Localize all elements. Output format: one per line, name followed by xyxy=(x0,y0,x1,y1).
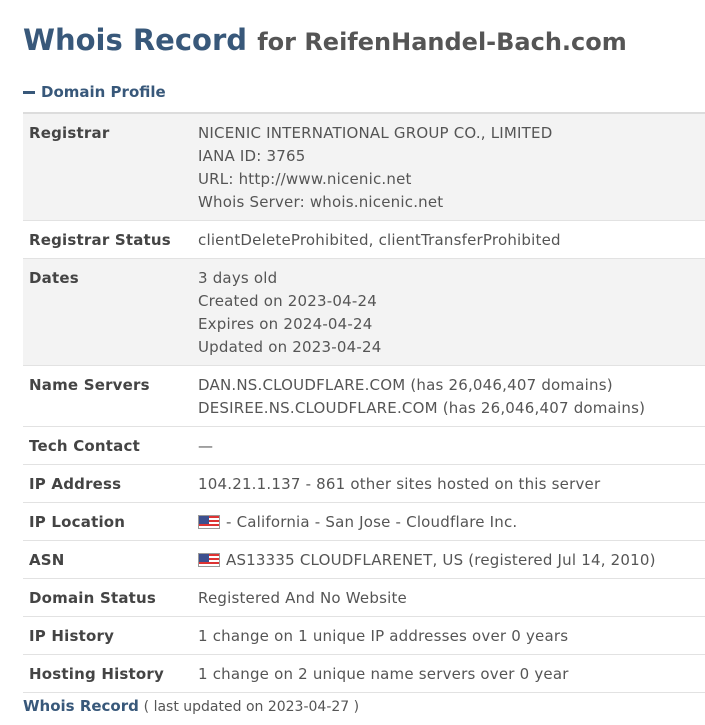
value-text: DESIREE.NS.CLOUDFLARE.COM (has 26,046,40… xyxy=(198,399,646,417)
value-text: Whois Server: whois.nicenic.net xyxy=(198,193,444,211)
value-line: Created on 2023-04-24 xyxy=(198,290,699,313)
table-row: Tech Contact — xyxy=(23,426,705,465)
table-row: IP Location - California - San Jose - Clo… xyxy=(23,502,705,541)
row-value: 1 change on 2 unique name servers over 0… xyxy=(192,654,705,693)
domain-profile-table: Registrar NICENIC INTERNATIONAL GROUP CO.… xyxy=(23,112,705,693)
value-line: Registered And No Website xyxy=(198,587,699,610)
value-line: 104.21.1.137 - 861 other sites hosted on… xyxy=(198,473,699,496)
page-title-main: Whois Record xyxy=(23,23,248,57)
table-row: ASN AS13335 CLOUDFLARENET, US (registered… xyxy=(23,540,705,579)
value-text: Created on 2023-04-24 xyxy=(198,292,377,310)
value-text: 1 change on 2 unique name servers over 0… xyxy=(198,665,569,683)
value-line: clientDeleteProhibited, clientTransferPr… xyxy=(198,229,699,252)
footer: Whois Record ( last updated on 2023-04-2… xyxy=(23,697,359,715)
domain-profile-label: Domain Profile xyxy=(41,83,166,101)
row-value: clientDeleteProhibited, clientTransferPr… xyxy=(192,220,705,259)
value-line: Expires on 2024-04-24 xyxy=(198,313,699,336)
value-text: IANA ID: 3765 xyxy=(198,147,306,165)
value-text: 3 days old xyxy=(198,269,278,287)
whois-record-link[interactable]: Whois Record xyxy=(23,697,139,715)
value-text: clientDeleteProhibited, clientTransferPr… xyxy=(198,231,561,249)
page-title: Whois Record for ReifenHandel-Bach.com xyxy=(23,20,627,58)
row-value: 3 days old Created on 2023-04-24 Expires o… xyxy=(192,258,705,366)
value-text: Registered And No Website xyxy=(198,589,407,607)
table-row: Registrar Status clientDeleteProhibited, … xyxy=(23,220,705,259)
value-text: NICENIC INTERNATIONAL GROUP CO., LIMITED xyxy=(198,124,553,142)
row-label: IP Location xyxy=(23,502,192,541)
value-text: Expires on 2024-04-24 xyxy=(198,315,373,333)
value-line: DESIREE.NS.CLOUDFLARE.COM (has 26,046,40… xyxy=(198,397,699,420)
row-label: Domain Status xyxy=(23,578,192,617)
value-text: 104.21.1.137 - 861 other sites hosted on… xyxy=(198,475,601,493)
row-label: Hosting History xyxy=(23,654,192,693)
value-text: DAN.NS.CLOUDFLARE.COM (has 26,046,407 do… xyxy=(198,376,613,394)
row-value: 104.21.1.137 - 861 other sites hosted on… xyxy=(192,464,705,503)
value-line: URL: http://www.nicenic.net xyxy=(198,168,699,191)
row-label: Registrar xyxy=(23,113,192,221)
value-text: URL: http://www.nicenic.net xyxy=(198,170,412,188)
row-label: Tech Contact xyxy=(23,426,192,465)
page-title-domain: for ReifenHandel-Bach.com xyxy=(257,28,627,56)
row-label: ASN xyxy=(23,540,192,579)
value-text: - California - San Jose - Cloudflare Inc… xyxy=(226,513,518,531)
value-line: 1 change on 2 unique name servers over 0… xyxy=(198,663,699,686)
value-text: 1 change on 1 unique IP addresses over 0… xyxy=(198,627,569,645)
row-label: Name Servers xyxy=(23,365,192,427)
table-row: IP Address 104.21.1.137 - 861 other sites… xyxy=(23,464,705,503)
page: Whois Record for ReifenHandel-Bach.com D… xyxy=(0,0,705,725)
row-label: IP History xyxy=(23,616,192,655)
value-text: AS13335 CLOUDFLARENET, US (registered Ju… xyxy=(226,551,656,569)
table-row: Domain Status Registered And No Website xyxy=(23,578,705,617)
row-value: 1 change on 1 unique IP addresses over 0… xyxy=(192,616,705,655)
value-line: 1 change on 1 unique IP addresses over 0… xyxy=(198,625,699,648)
row-label: Registrar Status xyxy=(23,220,192,259)
value-line: AS13335 CLOUDFLARENET, US (registered Ju… xyxy=(198,549,699,572)
row-value: Registered And No Website xyxy=(192,578,705,617)
value-line: NICENIC INTERNATIONAL GROUP CO., LIMITED xyxy=(198,122,699,145)
row-value: AS13335 CLOUDFLARENET, US (registered Ju… xyxy=(192,540,705,579)
domain-profile-toggle[interactable]: Domain Profile xyxy=(23,83,166,101)
row-value: - California - San Jose - Cloudflare Inc… xyxy=(192,502,705,541)
row-label: IP Address xyxy=(23,464,192,503)
value-line: 3 days old xyxy=(198,267,699,290)
row-label: Dates xyxy=(23,258,192,366)
last-updated-note: ( last updated on 2023-04-27 ) xyxy=(143,699,360,715)
us-flag-icon xyxy=(198,515,220,529)
value-text: — xyxy=(198,437,214,455)
value-line: IANA ID: 3765 xyxy=(198,145,699,168)
table-row: IP History 1 change on 1 unique IP addres… xyxy=(23,616,705,655)
table-row: Name Servers DAN.NS.CLOUDFLARE.COM (has 2… xyxy=(23,365,705,427)
row-value: NICENIC INTERNATIONAL GROUP CO., LIMITED… xyxy=(192,113,705,221)
row-value: — xyxy=(192,426,705,465)
table-row: Hosting History 1 change on 2 unique name… xyxy=(23,654,705,693)
table-row: Dates 3 days old Created on 2023-04-24 Expi… xyxy=(23,258,705,366)
us-flag-icon xyxy=(198,553,220,567)
table-row: Registrar NICENIC INTERNATIONAL GROUP CO.… xyxy=(23,113,705,221)
minus-icon xyxy=(23,90,35,94)
value-line: Whois Server: whois.nicenic.net xyxy=(198,191,699,214)
value-text: Updated on 2023-04-24 xyxy=(198,338,382,356)
value-line: DAN.NS.CLOUDFLARE.COM (has 26,046,407 do… xyxy=(198,374,699,397)
row-value: DAN.NS.CLOUDFLARE.COM (has 26,046,407 do… xyxy=(192,365,705,427)
value-line: — xyxy=(198,435,699,458)
value-line: Updated on 2023-04-24 xyxy=(198,336,699,359)
value-line: - California - San Jose - Cloudflare Inc… xyxy=(198,511,699,534)
